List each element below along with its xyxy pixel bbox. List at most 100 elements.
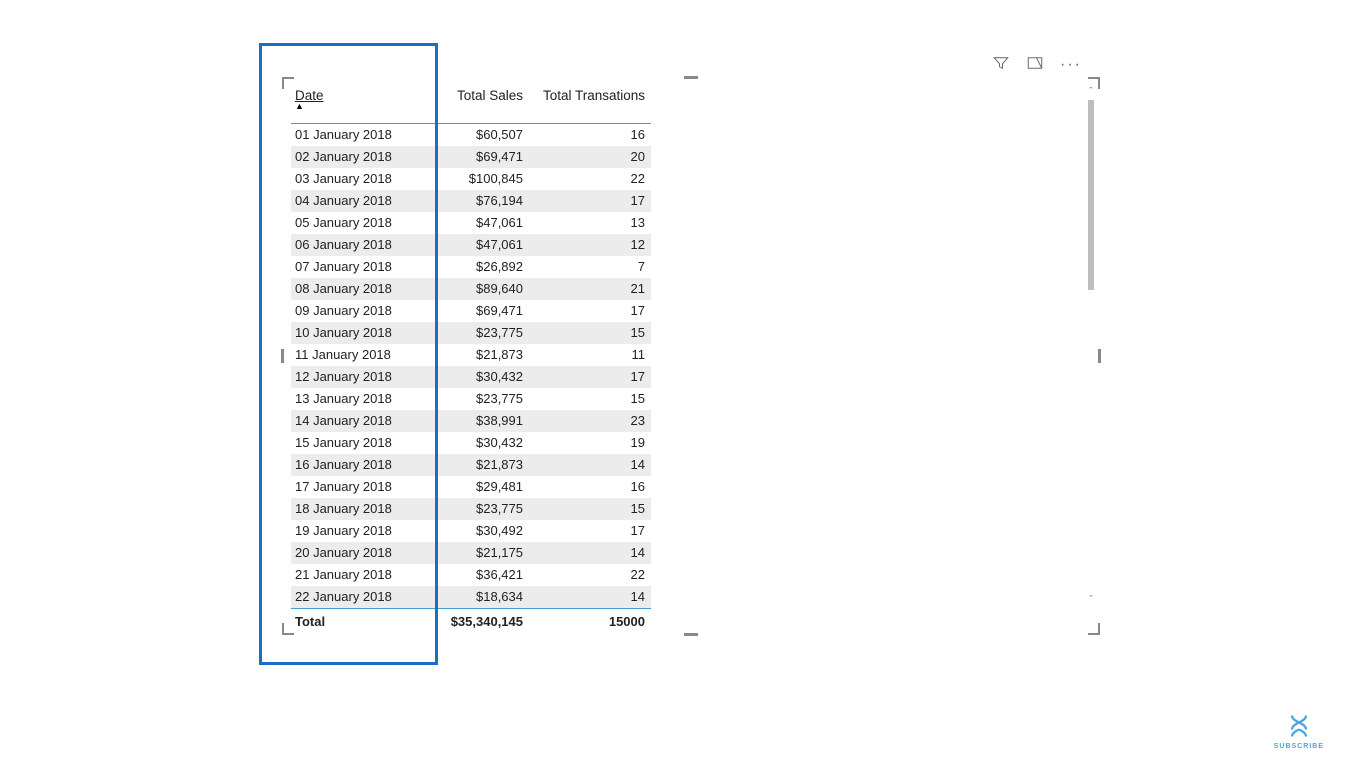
cell-sales: $21,175: [427, 542, 529, 564]
table-row[interactable]: 11 January 2018$21,87311: [291, 344, 651, 366]
vertical-scrollbar[interactable]: ˆ ˇ: [1086, 86, 1096, 606]
cell-sales: $21,873: [427, 344, 529, 366]
table-row[interactable]: 02 January 2018$69,47120: [291, 146, 651, 168]
cell-transactions: 11: [529, 344, 651, 366]
cell-date: 07 January 2018: [291, 256, 427, 278]
more-options-icon[interactable]: ···: [1060, 56, 1082, 74]
sort-asc-icon: ▲: [295, 103, 421, 109]
cell-date: 08 January 2018: [291, 278, 427, 300]
table-row[interactable]: 07 January 2018$26,8927: [291, 256, 651, 278]
table-scroll-area: Date ▲ Total Sales Total Transations 01 …: [291, 84, 1091, 628]
cell-sales: $69,471: [427, 300, 529, 322]
table-header-row: Date ▲ Total Sales Total Transations: [291, 84, 651, 124]
cell-transactions: 22: [529, 168, 651, 190]
table-row[interactable]: 20 January 2018$21,17514: [291, 542, 651, 564]
cell-transactions: 22: [529, 564, 651, 586]
cell-date: 03 January 2018: [291, 168, 427, 190]
table-total-row: Total $35,340,145 15000: [291, 609, 651, 629]
cell-date: 12 January 2018: [291, 366, 427, 388]
cell-transactions: 17: [529, 366, 651, 388]
table-row[interactable]: 14 January 2018$38,99123: [291, 410, 651, 432]
column-header-transactions[interactable]: Total Transations: [529, 84, 651, 124]
cell-transactions: 14: [529, 454, 651, 476]
cell-sales: $29,481: [427, 476, 529, 498]
focus-mode-icon[interactable]: [1026, 54, 1044, 75]
table-row[interactable]: 21 January 2018$36,42122: [291, 564, 651, 586]
cell-sales: $21,873: [427, 454, 529, 476]
table-row[interactable]: 22 January 2018$18,63414: [291, 586, 651, 609]
cell-date: 04 January 2018: [291, 190, 427, 212]
cell-transactions: 16: [529, 476, 651, 498]
filter-icon[interactable]: [992, 54, 1010, 75]
cell-sales: $18,634: [427, 586, 529, 609]
cell-date: 05 January 2018: [291, 212, 427, 234]
cell-sales: $30,492: [427, 520, 529, 542]
cell-transactions: 19: [529, 432, 651, 454]
cell-sales: $23,775: [427, 388, 529, 410]
cell-sales: $30,432: [427, 366, 529, 388]
cell-transactions: 13: [529, 212, 651, 234]
cell-date: 09 January 2018: [291, 300, 427, 322]
cell-sales: $23,775: [427, 322, 529, 344]
cell-sales: $38,991: [427, 410, 529, 432]
total-sales: $35,340,145: [427, 609, 529, 629]
cell-date: 06 January 2018: [291, 234, 427, 256]
cell-date: 20 January 2018: [291, 542, 427, 564]
cell-sales: $23,775: [427, 498, 529, 520]
resize-handle[interactable]: [281, 349, 284, 363]
table-row[interactable]: 12 January 2018$30,43217: [291, 366, 651, 388]
scroll-up-icon[interactable]: ˆ: [1086, 86, 1096, 98]
cell-date: 14 January 2018: [291, 410, 427, 432]
table-row[interactable]: 08 January 2018$89,64021: [291, 278, 651, 300]
total-transactions: 15000: [529, 609, 651, 629]
cell-sales: $26,892: [427, 256, 529, 278]
data-table: Date ▲ Total Sales Total Transations 01 …: [291, 84, 651, 628]
table-row[interactable]: 03 January 2018$100,84522: [291, 168, 651, 190]
table-visual[interactable]: Date ▲ Total Sales Total Transations 01 …: [283, 78, 1099, 634]
cell-transactions: 16: [529, 124, 651, 147]
cell-transactions: 15: [529, 388, 651, 410]
cell-transactions: 23: [529, 410, 651, 432]
cell-transactions: 20: [529, 146, 651, 168]
table-row[interactable]: 17 January 2018$29,48116: [291, 476, 651, 498]
cell-date: 13 January 2018: [291, 388, 427, 410]
cell-date: 02 January 2018: [291, 146, 427, 168]
visual-header: ···: [992, 54, 1082, 75]
resize-handle[interactable]: [684, 633, 698, 636]
resize-handle[interactable]: [1098, 349, 1101, 363]
table-row[interactable]: 15 January 2018$30,43219: [291, 432, 651, 454]
cell-date: 19 January 2018: [291, 520, 427, 542]
cell-sales: $69,471: [427, 146, 529, 168]
cell-sales: $89,640: [427, 278, 529, 300]
table-row[interactable]: 18 January 2018$23,77515: [291, 498, 651, 520]
cell-date: 16 January 2018: [291, 454, 427, 476]
cell-date: 10 January 2018: [291, 322, 427, 344]
cell-date: 18 January 2018: [291, 498, 427, 520]
scrollbar-thumb[interactable]: [1088, 100, 1094, 290]
cell-sales: $60,507: [427, 124, 529, 147]
table-row[interactable]: 16 January 2018$21,87314: [291, 454, 651, 476]
total-label: Total: [291, 609, 427, 629]
cell-sales: $47,061: [427, 234, 529, 256]
cell-sales: $100,845: [427, 168, 529, 190]
cell-transactions: 7: [529, 256, 651, 278]
table-row[interactable]: 09 January 2018$69,47117: [291, 300, 651, 322]
table-row[interactable]: 19 January 2018$30,49217: [291, 520, 651, 542]
column-header-sales[interactable]: Total Sales: [427, 84, 529, 124]
table-row[interactable]: 01 January 2018$60,50716: [291, 124, 651, 147]
table-row[interactable]: 04 January 2018$76,19417: [291, 190, 651, 212]
cell-date: 11 January 2018: [291, 344, 427, 366]
cell-transactions: 15: [529, 498, 651, 520]
cell-sales: $36,421: [427, 564, 529, 586]
resize-handle[interactable]: [684, 76, 698, 79]
cell-date: 01 January 2018: [291, 124, 427, 147]
cell-transactions: 17: [529, 190, 651, 212]
scroll-down-icon[interactable]: ˇ: [1086, 594, 1096, 606]
table-row[interactable]: 10 January 2018$23,77515: [291, 322, 651, 344]
table-row[interactable]: 13 January 2018$23,77515: [291, 388, 651, 410]
table-row[interactable]: 05 January 2018$47,06113: [291, 212, 651, 234]
cell-sales: $30,432: [427, 432, 529, 454]
cell-transactions: 14: [529, 586, 651, 609]
column-header-date[interactable]: Date ▲: [291, 84, 427, 124]
table-row[interactable]: 06 January 2018$47,06112: [291, 234, 651, 256]
